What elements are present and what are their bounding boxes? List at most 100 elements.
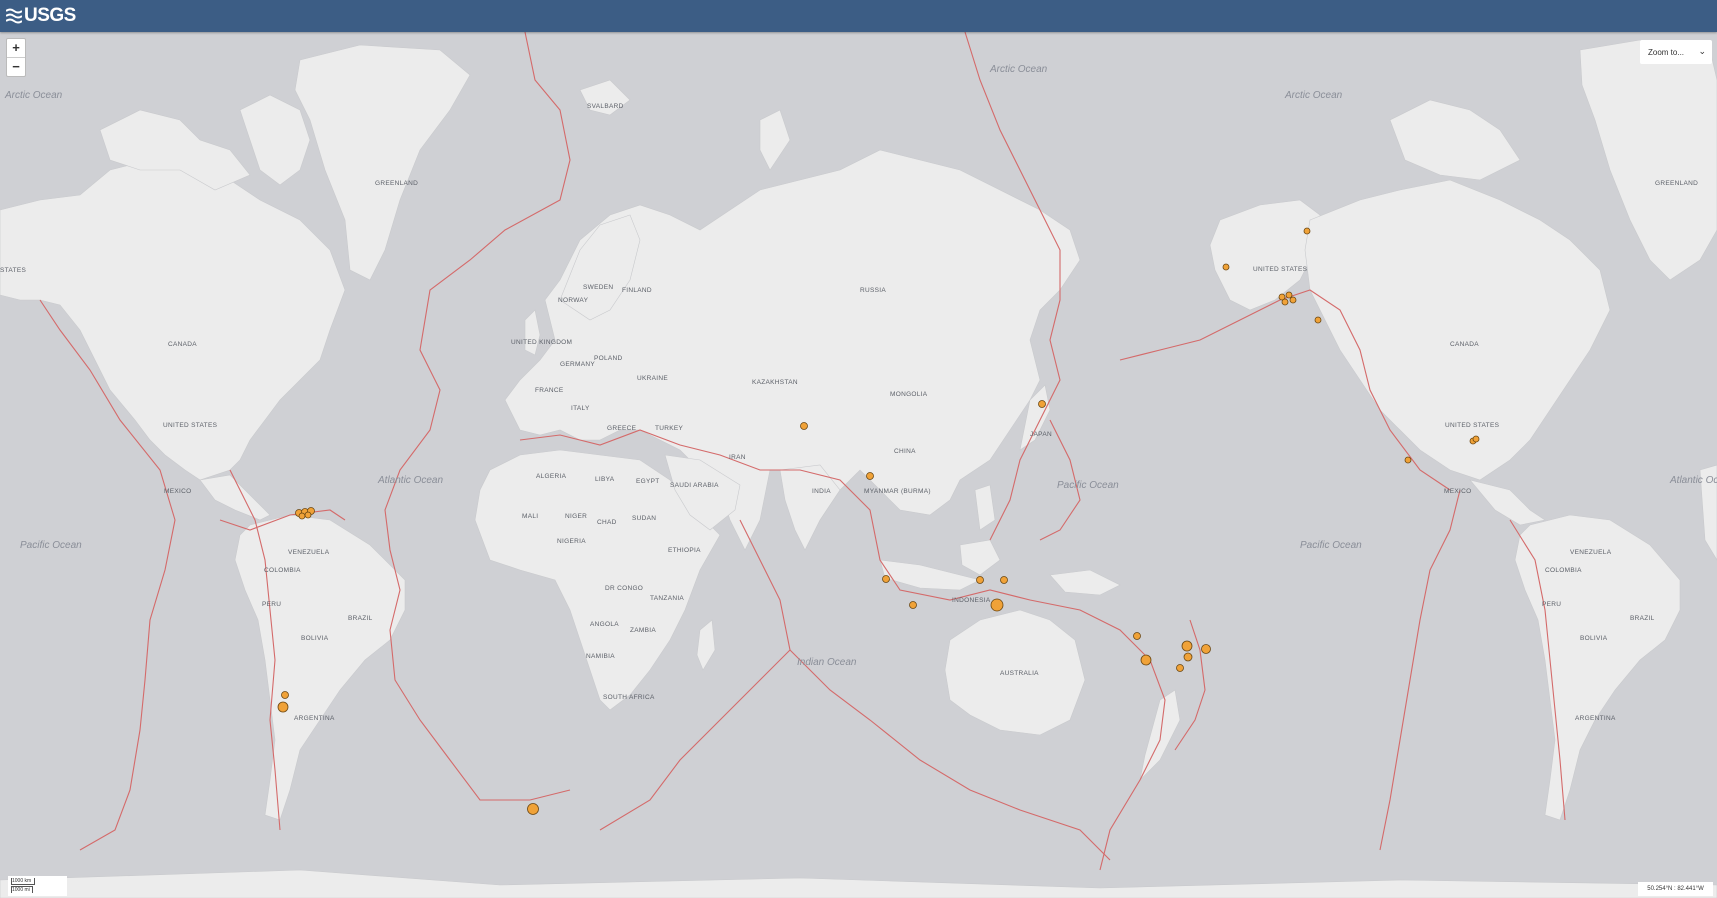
country-label: IRAN [729, 454, 746, 461]
country-label: SUDAN [632, 515, 656, 522]
earthquake-marker[interactable] [1201, 644, 1211, 654]
earthquake-marker[interactable] [1472, 435, 1480, 443]
country-label: LIBYA [595, 476, 615, 483]
ocean-label: Pacific Ocean [20, 540, 82, 551]
ocean-label: Indian Ocean [797, 657, 857, 668]
scale-bar: 1000 km 1000 mi [8, 876, 67, 896]
country-label: BRAZIL [1630, 615, 1655, 622]
earthquake-marker[interactable] [1289, 296, 1297, 304]
country-label: CANADA [168, 341, 197, 348]
ocean-label: Pacific Ocean [1057, 480, 1119, 491]
country-label: COLOMBIA [1545, 567, 1582, 574]
country-label: GREENLAND [1655, 180, 1698, 187]
country-label: ALGERIA [536, 473, 567, 480]
country-label: GERMANY [560, 361, 595, 368]
earthquake-marker[interactable] [1222, 263, 1230, 271]
country-label: GREENLAND [375, 180, 418, 187]
earthquake-marker[interactable] [1183, 652, 1193, 662]
country-label: RUSSIA [860, 287, 886, 294]
country-label: UNITED STATES [1445, 422, 1500, 429]
country-label: SOUTH AFRICA [603, 694, 655, 701]
world-map[interactable]: Arctic Ocean Arctic Ocean Arctic Ocean A… [0, 32, 1717, 898]
earthquake-marker[interactable] [1140, 654, 1152, 666]
country-label: FINLAND [622, 287, 652, 294]
country-label: CANADA [1450, 341, 1479, 348]
earthquake-marker[interactable] [298, 512, 306, 520]
earthquake-marker[interactable] [277, 701, 289, 713]
ocean-label: Arctic Ocean [989, 64, 1048, 75]
country-label: ARGENTINA [1575, 715, 1616, 722]
earthquake-marker[interactable] [1181, 640, 1193, 652]
country-label: SVALBARD [587, 103, 624, 110]
country-label: ZAMBIA [630, 627, 656, 634]
earthquake-marker[interactable] [281, 691, 289, 699]
country-label: PERU [1542, 601, 1561, 608]
country-label: TURKEY [655, 425, 684, 432]
earthquake-marker[interactable] [1303, 227, 1311, 235]
country-label: NIGERIA [557, 538, 586, 545]
map-canvas[interactable]: Arctic Ocean Arctic Ocean Arctic Ocean A… [0, 32, 1717, 898]
country-label: SAUDI ARABIA [670, 482, 719, 489]
earthquake-marker[interactable] [1000, 576, 1008, 584]
country-label: PERU [262, 601, 281, 608]
country-label: NIGER [565, 513, 587, 520]
ocean-label: Pacific Ocean [1300, 540, 1362, 551]
country-label: UKRAINE [637, 375, 668, 382]
header-bar: USGS [0, 0, 1717, 32]
earthquake-marker[interactable] [800, 422, 808, 430]
country-label: MALI [522, 513, 538, 520]
earthquake-marker[interactable] [882, 575, 890, 583]
country-label: INDONESIA [952, 597, 991, 604]
country-label: ITALY [571, 405, 590, 412]
earthquake-marker[interactable] [1285, 291, 1293, 299]
country-label: NAMIBIA [586, 653, 615, 660]
country-label: UNITED STATES [163, 422, 218, 429]
country-label: MONGOLIA [890, 391, 928, 398]
country-label: VENEZUELA [288, 549, 330, 556]
country-label: FRANCE [535, 387, 564, 394]
zoom-out-button[interactable]: − [7, 57, 25, 76]
country-label: AUSTRALIA [1000, 670, 1039, 677]
country-label: INDIA [812, 488, 831, 495]
earthquake-marker[interactable] [1133, 632, 1141, 640]
country-label: BOLIVIA [1580, 635, 1608, 642]
zoom-to-select[interactable]: Zoom to... ⌄ [1640, 40, 1712, 64]
earthquake-marker[interactable] [976, 576, 984, 584]
country-label: ETHIOPIA [668, 547, 701, 554]
country-label: UNITED KINGDOM [511, 339, 572, 346]
logo-text: USGS [24, 5, 76, 26]
earthquake-marker[interactable] [1281, 298, 1289, 306]
country-label: CHAD [597, 519, 617, 526]
usgs-wave-icon [6, 8, 22, 24]
zoom-in-button[interactable]: + [7, 39, 25, 57]
country-label: KAZAKHSTAN [752, 379, 798, 386]
country-label: MYANMAR (BURMA) [864, 488, 931, 495]
country-label: UNITED STATES [1253, 266, 1308, 273]
country-label: POLAND [594, 355, 623, 362]
country-label: STATES [0, 267, 26, 274]
earthquake-marker[interactable] [1404, 456, 1412, 464]
ocean-label: Arctic Ocean [1284, 90, 1343, 101]
scale-km: 1000 km [11, 878, 35, 885]
country-label: TANZANIA [650, 595, 684, 602]
earthquake-marker[interactable] [909, 601, 917, 609]
earthquake-marker[interactable] [1314, 316, 1322, 324]
earthquake-marker[interactable] [1176, 664, 1184, 672]
earthquake-marker[interactable] [527, 803, 539, 815]
country-label: JAPAN [1030, 431, 1052, 438]
coordinates-readout: 50.254°N : 82.441°W [1638, 882, 1713, 896]
country-label: MEXICO [1444, 488, 1471, 495]
zoom-to-label: Zoom to... [1648, 47, 1685, 57]
country-label: ANGOLA [590, 621, 619, 628]
usgs-logo[interactable]: USGS [6, 5, 76, 27]
earthquake-marker[interactable] [990, 598, 1004, 612]
country-label: EGYPT [636, 478, 660, 485]
country-label: ARGENTINA [294, 715, 335, 722]
earthquake-marker[interactable] [1038, 400, 1046, 408]
earthquake-marker[interactable] [866, 472, 874, 480]
earthquake-marker[interactable] [304, 511, 312, 519]
ocean-label: Atlantic Ocean [1669, 475, 1717, 486]
ocean-label: Arctic Ocean [4, 90, 63, 101]
country-label: BRAZIL [348, 615, 373, 622]
country-label: BOLIVIA [301, 635, 329, 642]
